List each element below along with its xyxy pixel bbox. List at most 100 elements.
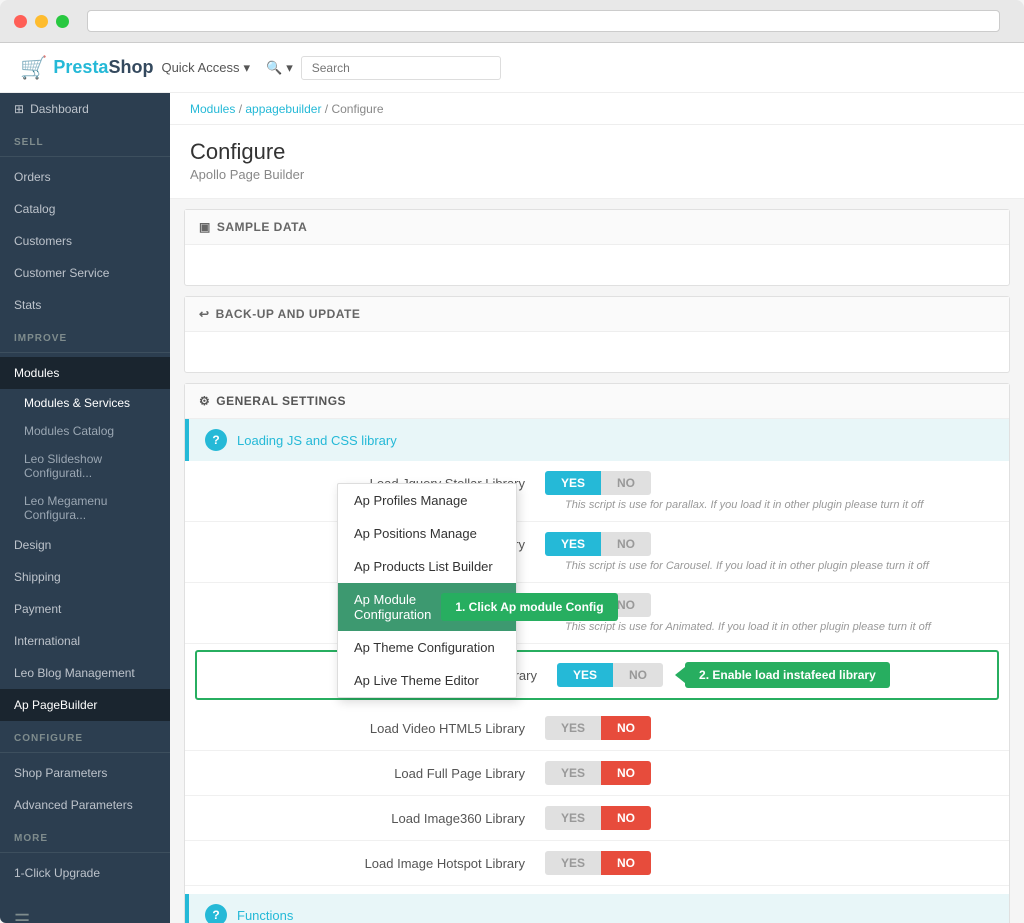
search-input[interactable] <box>301 56 501 80</box>
owl-carousel-hint: This script is use for Carousel. If you … <box>205 560 989 572</box>
image-hotspot-no[interactable]: NO <box>601 851 651 875</box>
image360-toggle[interactable]: YES NO <box>545 806 651 830</box>
jquery-stellar-no[interactable]: NO <box>601 471 651 495</box>
dropdown-ap-theme-config[interactable]: Ap Theme Configuration <box>338 631 516 664</box>
sidebar-item-dashboard[interactable]: ⊞ Dashboard <box>0 93 170 125</box>
sidebar-item-payment[interactable]: Payment <box>0 593 170 625</box>
sidebar-item-design[interactable]: Design <box>0 529 170 561</box>
traffic-light-yellow[interactable] <box>35 15 48 28</box>
quick-access-button[interactable]: Quick Access ▾ <box>153 56 258 80</box>
sidebar: ⊞ Dashboard SELL Orders Catalog Customer… <box>0 93 170 923</box>
dropdown-ap-positions[interactable]: Ap Positions Manage <box>338 517 516 550</box>
general-settings-header: ⚙ GENERAL SETTINGS <box>185 384 1009 419</box>
sidebar-sub-modules-catalog[interactable]: Modules Catalog <box>0 417 170 445</box>
breadcrumb-appagebuilder[interactable]: appagebuilder <box>245 102 321 116</box>
owl-carousel-row: Load Owl Carousel Library YES NO This sc… <box>185 522 1009 583</box>
instafeed-toggle[interactable]: YES NO <box>557 663 663 687</box>
instafeed-row: Load Instafeed Library YES NO 2. Enable … <box>195 650 999 700</box>
info-icon: ? <box>205 429 227 451</box>
breadcrumb-modules[interactable]: Modules <box>190 102 235 116</box>
owl-carousel-toggle[interactable]: YES NO <box>545 532 651 556</box>
dropdown-ap-profiles[interactable]: Ap Profiles Manage <box>338 484 516 517</box>
more-section-label: MORE <box>0 821 170 848</box>
dropdown-ap-module-config[interactable]: Ap Module Configuration 1. Click Ap modu… <box>338 583 516 631</box>
sidebar-item-leo-blog[interactable]: Leo Blog Management <box>0 657 170 689</box>
sidebar-sub-modules-services[interactable]: Modules & Services <box>0 389 170 417</box>
sidebar-item-catalog[interactable]: Catalog <box>0 193 170 225</box>
video-html5-no[interactable]: NO <box>601 716 651 740</box>
card-icon: ▣ <box>199 220 211 234</box>
jquery-stellar-yes[interactable]: YES <box>545 471 601 495</box>
sidebar-item-shop-parameters[interactable]: Shop Parameters <box>0 757 170 789</box>
video-html5-label: Load Video HTML5 Library <box>205 721 545 736</box>
image-hotspot-toggle[interactable]: YES NO <box>545 851 651 875</box>
functions-icon: ? <box>205 904 227 923</box>
instafeed-yes[interactable]: YES <box>557 663 613 687</box>
chevron-down-icon-2: ▾ <box>286 60 293 76</box>
dropdown-ap-live-theme[interactable]: Ap Live Theme Editor <box>338 664 516 697</box>
search-icon: 🔍 <box>266 60 282 76</box>
sidebar-item-stats[interactable]: Stats <box>0 289 170 321</box>
sidebar-sub-leo-megamenu[interactable]: Leo Megamenu Configura... <box>0 487 170 529</box>
image360-no[interactable]: NO <box>601 806 651 830</box>
logo-icon: 🛒 <box>20 55 47 81</box>
sample-data-card: ▣ SAMPLE DATA <box>184 209 1010 286</box>
full-page-toggle[interactable]: YES NO <box>545 761 651 785</box>
owl-carousel-yes[interactable]: YES <box>545 532 601 556</box>
video-html5-row: Load Video HTML5 Library YES NO <box>185 706 1009 751</box>
search-icon-button[interactable]: 🔍 ▾ <box>258 56 301 80</box>
sidebar-item-customer-service[interactable]: Customer Service <box>0 257 170 289</box>
sidebar-item-modules[interactable]: Modules <box>0 357 170 389</box>
loading-js-banner: ? Loading JS and CSS library <box>185 419 1009 461</box>
address-bar[interactable] <box>87 10 1000 32</box>
ap-pagebuilder-dropdown: Ap Profiles Manage Ap Positions Manage A… <box>337 483 517 698</box>
main-content: Modules / appagebuilder / Configure Conf… <box>170 93 1024 923</box>
sidebar-item-ap-pagebuilder[interactable]: Ap PageBuilder <box>0 689 170 721</box>
video-html5-toggle[interactable]: YES NO <box>545 716 651 740</box>
dashboard-icon: ⊞ <box>14 102 24 116</box>
full-page-row: Load Full Page Library YES NO <box>185 751 1009 796</box>
breadcrumb: Modules / appagebuilder / Configure <box>170 93 1024 125</box>
image360-yes[interactable]: YES <box>545 806 601 830</box>
backup-icon: ↩ <box>199 307 210 321</box>
backup-card: ↩ BACK-UP AND UPDATE <box>184 296 1010 373</box>
jquery-stellar-toggle[interactable]: YES NO <box>545 471 651 495</box>
sidebar-item-international[interactable]: International <box>0 625 170 657</box>
image-hotspot-row: Load Image Hotspot Library YES NO <box>185 841 1009 886</box>
callout-step2: 2. Enable load instafeed library <box>685 662 890 688</box>
sidebar-item-advanced-parameters[interactable]: Advanced Parameters <box>0 789 170 821</box>
full-page-yes[interactable]: YES <box>545 761 601 785</box>
logo-presta: Presta <box>53 57 108 77</box>
image-hotspot-yes[interactable]: YES <box>545 851 601 875</box>
instafeed-no[interactable]: NO <box>613 663 663 687</box>
sidebar-item-shipping[interactable]: Shipping <box>0 561 170 593</box>
gear-icon: ⚙ <box>199 394 210 408</box>
improve-section-label: IMPROVE <box>0 321 170 348</box>
configure-section-label: CONFIGURE <box>0 721 170 748</box>
jquery-stellar-row: Load Jquery Stellar Library YES NO This … <box>185 461 1009 522</box>
sidebar-item-orders[interactable]: Orders <box>0 161 170 193</box>
traffic-light-red[interactable] <box>14 15 27 28</box>
sidebar-sub-leo-slideshow[interactable]: Leo Slideshow Configurati... <box>0 445 170 487</box>
breadcrumb-configure: Configure <box>331 102 383 116</box>
owl-carousel-no[interactable]: NO <box>601 532 651 556</box>
callout-step1: 1. Click Ap module Config <box>441 593 617 621</box>
page-subtitle: Apollo Page Builder <box>190 167 1004 182</box>
sidebar-item-one-click-upgrade[interactable]: 1-Click Upgrade <box>0 857 170 889</box>
image360-row: Load Image360 Library YES NO <box>185 796 1009 841</box>
chevron-down-icon: ▾ <box>243 60 250 76</box>
waypoints-hint: This script is use for Animated. If you … <box>205 621 989 633</box>
video-html5-yes[interactable]: YES <box>545 716 601 740</box>
general-settings-section: ⚙ GENERAL SETTINGS ? Loading JS and CSS … <box>184 383 1010 923</box>
traffic-light-green[interactable] <box>56 15 69 28</box>
image-hotspot-label: Load Image Hotspot Library <box>205 856 545 871</box>
page-title: Configure <box>190 139 1004 165</box>
full-page-no[interactable]: NO <box>601 761 651 785</box>
dropdown-ap-products-list[interactable]: Ap Products List Builder <box>338 550 516 583</box>
logo: 🛒 PrestaShop <box>20 55 153 81</box>
sidebar-item-customers[interactable]: Customers <box>0 225 170 257</box>
functions-banner: ? Functions <box>185 894 1009 923</box>
top-bar: 🛒 PrestaShop Quick Access ▾ 🔍 ▾ <box>0 43 1024 93</box>
callout-arrow-step2 <box>675 667 685 683</box>
image360-label: Load Image360 Library <box>205 811 545 826</box>
